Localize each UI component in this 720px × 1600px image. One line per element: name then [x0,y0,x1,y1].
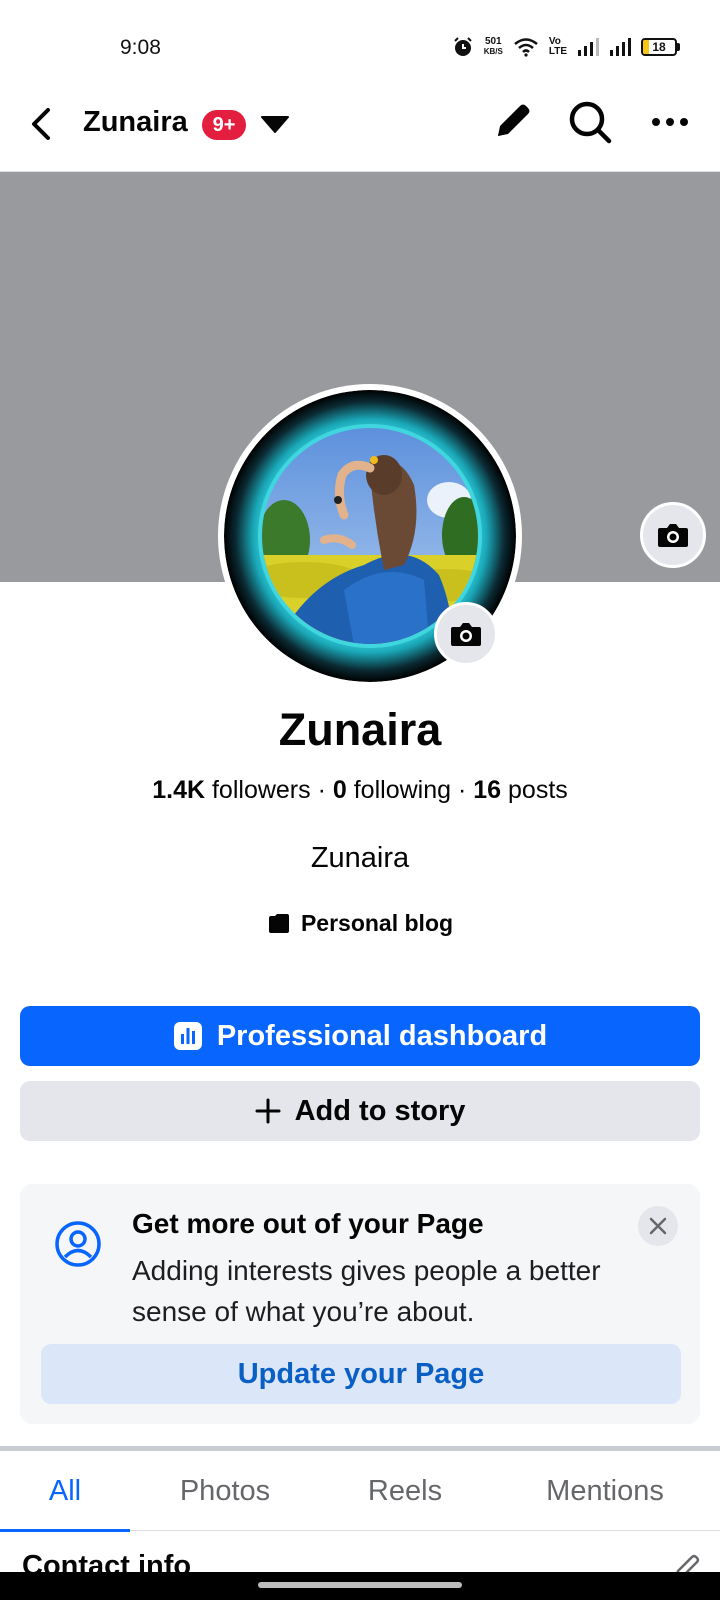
back-arrow-icon[interactable] [22,104,62,144]
alarm-icon [454,37,472,56]
battery-level: 18 [652,40,666,54]
stats-separator: · [457,776,467,804]
network-speed-value: 501 [484,36,502,47]
battery-icon: 18 [641,38,680,56]
profile-camera-button[interactable] [434,602,498,666]
contact-info-heading: Contact info [22,1550,192,1574]
page-category: Personal blog [0,910,720,937]
status-icons: 501 KB/S Vo LTE 18 [452,36,680,58]
tab-photos[interactable]: Photos [130,1451,320,1531]
add-to-story-button[interactable]: Add to story [20,1081,700,1141]
page-prompt-card: Get more out of your Page Adding interes… [20,1184,700,1424]
wifi-icon [514,38,538,57]
caret-down-icon[interactable] [260,112,290,136]
prompt-body: Adding interests gives people a better s… [132,1255,601,1327]
prompt-close-button[interactable] [638,1206,678,1246]
category-label: Personal blog [300,910,454,936]
camera-icon [658,524,688,547]
signal-icon [610,38,631,56]
professional-dashboard-label: Professional dashboard [216,1019,548,1052]
page-switcher-name[interactable]: Zunaira [83,106,188,139]
briefcase-icon [268,913,289,933]
status-bar: 9:08 501 KB/S Vo LTE 18 [0,0,720,80]
user-circle-icon [55,1221,101,1267]
professional-dashboard-button[interactable]: Professional dashboard [20,1006,700,1066]
network-speed-unit: KB/S [483,47,503,56]
followers-count[interactable]: 1.4K [152,776,205,804]
prompt-title: Get more out of your Page [132,1208,484,1239]
stats-separator: · [317,776,326,804]
notification-badge[interactable]: 9+ [202,110,246,140]
profile-name: Zunaira [278,704,442,755]
profile-bio: Zunaira [310,842,410,874]
plus-icon [255,1098,281,1124]
profile-stats: 1.4K followers · 0 following · 16 posts [0,776,720,805]
status-time: 9:08 [120,36,161,59]
following-count[interactable]: 0 [333,776,347,804]
signal-icon [578,38,599,56]
system-nav-bar [0,1572,720,1600]
dashboard-chart-icon [173,1022,202,1050]
cover-camera-button[interactable] [640,502,706,568]
more-dots-icon[interactable] [648,108,692,136]
camera-icon [451,623,481,646]
profile-tabs: All Photos Reels Mentions [0,1451,720,1532]
posts-count: 16 [473,776,502,804]
close-icon [649,1217,667,1235]
search-icon[interactable] [566,98,614,146]
home-gesture-pill[interactable] [258,1582,462,1588]
top-nav: Zunaira 9+ [0,90,720,172]
volte-bottom: LTE [548,46,567,57]
followers-label[interactable]: followers [212,776,311,804]
tab-all[interactable]: All [0,1451,130,1532]
network-speed: 501 KB/S [484,37,503,57]
tab-mentions[interactable]: Mentions [490,1451,720,1531]
add-to-story-label: Add to story [294,1094,466,1127]
following-label[interactable]: following [354,776,451,804]
pencil-icon[interactable] [490,98,536,144]
tab-reels[interactable]: Reels [320,1451,490,1531]
update-page-button[interactable]: Update your Page [41,1344,681,1404]
volte-indicator: Vo LTE [549,37,567,57]
posts-label: posts [508,776,568,804]
